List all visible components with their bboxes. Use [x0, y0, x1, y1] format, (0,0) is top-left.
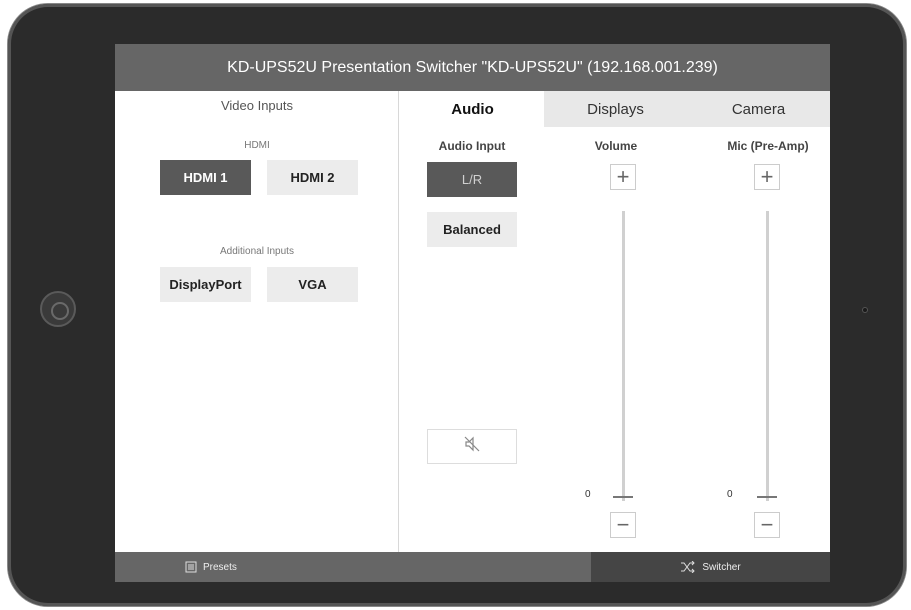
mic-preamp-label: Mic (Pre-Amp) [727, 139, 809, 153]
presets-tab[interactable]: Presets [115, 552, 591, 582]
hdmi-2-button[interactable]: HDMI 2 [267, 160, 358, 195]
mic-down-button[interactable]: − [754, 512, 780, 538]
hdmi-1-button[interactable]: HDMI 1 [160, 160, 251, 195]
tab-audio[interactable]: Audio [401, 91, 544, 127]
video-inputs-panel: Video Inputs HDMI HDMI 1 HDMI 2 Addition… [115, 91, 399, 552]
shuffle-icon [680, 561, 696, 573]
mic-up-button[interactable]: + [754, 164, 780, 190]
page-title: KD-UPS52U Presentation Switcher "KD-UPS5… [227, 58, 718, 76]
tablet-frame: KD-UPS52U Presentation Switcher "KD-UPS5… [8, 4, 906, 606]
additional-inputs-label: Additional Inputs [220, 246, 294, 257]
tab-displays[interactable]: Displays [544, 91, 687, 127]
lr-button[interactable]: L/R [427, 162, 517, 197]
mute-button[interactable] [427, 429, 517, 464]
mic-slider-handle[interactable] [757, 496, 777, 498]
mic-slider-track[interactable] [766, 211, 769, 501]
audio-panel: Audio Displays Camera Audio Input L/R Ba… [401, 91, 830, 552]
vga-button[interactable]: VGA [267, 267, 358, 302]
presets-icon [185, 561, 197, 573]
home-button[interactable] [40, 291, 76, 327]
switcher-label: Switcher [702, 561, 741, 573]
video-inputs-heading: Video Inputs [220, 98, 294, 113]
title-bar: KD-UPS52U Presentation Switcher "KD-UPS5… [115, 44, 830, 91]
volume-down-button[interactable]: − [610, 512, 636, 538]
switcher-tab[interactable]: Switcher [591, 552, 830, 582]
presets-label: Presets [203, 561, 237, 573]
front-camera [862, 307, 868, 313]
speaker-muted-icon [463, 435, 481, 458]
hdmi-label: HDMI [244, 140, 270, 151]
volume-slider-track[interactable] [622, 211, 625, 501]
tab-bar: Audio Displays Camera [401, 91, 830, 127]
app-screen: KD-UPS52U Presentation Switcher "KD-UPS5… [115, 44, 830, 582]
audio-input-label: Audio Input [438, 139, 506, 153]
volume-value: 0 [585, 489, 591, 500]
bottom-nav: Presets Switcher [115, 552, 830, 582]
volume-label: Volume [594, 139, 638, 153]
volume-slider-handle[interactable] [613, 496, 633, 498]
volume-up-button[interactable]: + [610, 164, 636, 190]
mic-value: 0 [727, 489, 733, 500]
balanced-button[interactable]: Balanced [427, 212, 517, 247]
tab-camera[interactable]: Camera [687, 91, 830, 127]
displayport-button[interactable]: DisplayPort [160, 267, 251, 302]
